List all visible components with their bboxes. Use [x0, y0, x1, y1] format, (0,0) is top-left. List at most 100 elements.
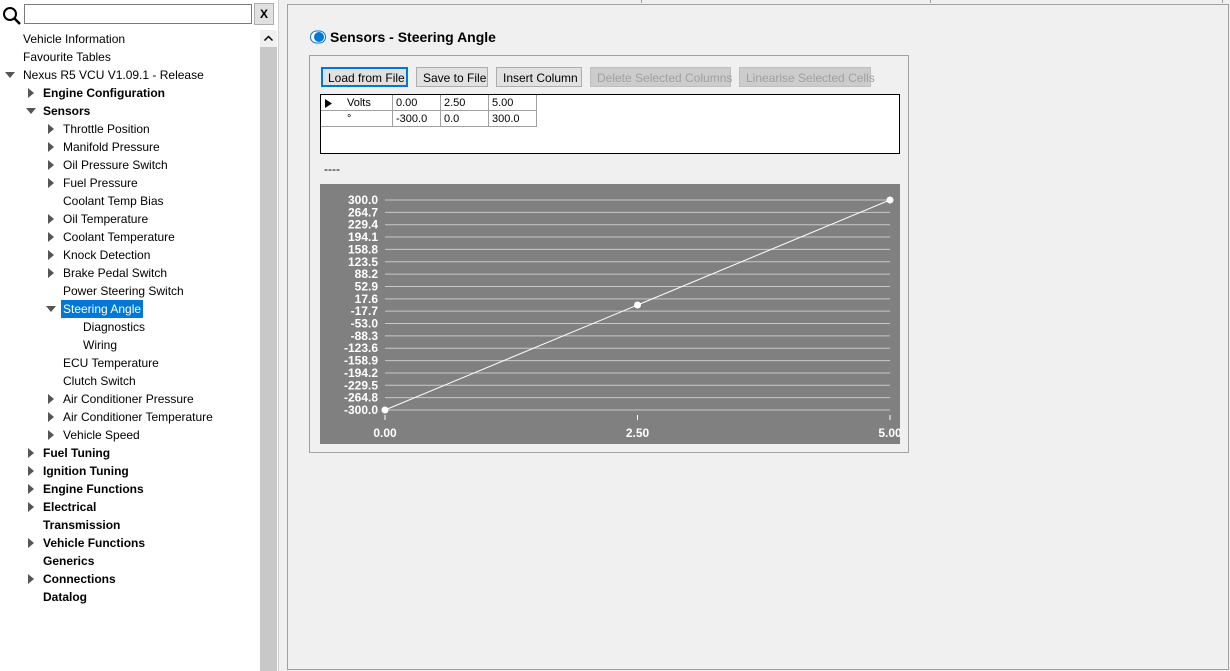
chevron-right-icon[interactable] [46, 268, 56, 278]
chevron-right-icon[interactable] [26, 484, 36, 494]
tree-item[interactable]: Air Conditioner Temperature [0, 408, 260, 426]
chevron-right-icon[interactable] [46, 178, 56, 188]
save-to-file-button[interactable]: Save to File [416, 67, 488, 87]
tree-item[interactable]: Brake Pedal Switch [0, 264, 260, 282]
tree-item-label: Power Steering Switch [63, 284, 184, 298]
table-cell[interactable]: 0.0 [441, 111, 489, 127]
chevron-down-icon[interactable] [46, 304, 56, 314]
chevron-right-icon[interactable] [26, 502, 36, 512]
chevron-down-icon[interactable] [5, 70, 15, 80]
data-table: Volts 0.00 2.50 5.00 ° -300.0 0.0 300.0 [320, 94, 900, 154]
table-cell[interactable]: 2.50 [441, 95, 489, 111]
tree-item[interactable]: Clutch Switch [0, 372, 260, 390]
tree-item[interactable]: Manifold Pressure [0, 138, 260, 156]
tree-item[interactable]: Favourite Tables [0, 48, 260, 66]
calibration-chart[interactable]: 300.0 264.7 229.4 194.1 158.8 123.5 88.2 52.9 17… [320, 184, 900, 444]
tree-item[interactable]: Vehicle Information [0, 30, 260, 48]
tree-item-label: ECU Temperature [63, 356, 159, 370]
chevron-right-icon[interactable] [26, 88, 36, 98]
tree-item[interactable]: Datalog [0, 588, 260, 606]
tree-item[interactable]: Fuel Pressure [0, 174, 260, 192]
load-from-file-button[interactable]: Load from File [321, 67, 408, 87]
tree-item-label: Electrical [43, 500, 97, 514]
table-row-header[interactable]: Volts [321, 95, 393, 111]
tree-item[interactable]: Oil Temperature [0, 210, 260, 228]
tree-item[interactable]: Engine Functions [0, 480, 260, 498]
tree-item[interactable]: Power Steering Switch [0, 282, 260, 300]
toggle-icon[interactable] [310, 29, 326, 45]
data-point[interactable] [634, 301, 641, 309]
tree-view: Vehicle Information Favourite Tables Nexus… [0, 30, 260, 671]
chevron-right-icon[interactable] [46, 430, 56, 440]
tree-item[interactable]: Vehicle Speed [0, 426, 260, 444]
tree-item-label: Diagnostics [83, 320, 146, 334]
chart-svg: 300.0264.7229.4194.1158.8123.588.252.917… [344, 193, 900, 440]
chevron-right-icon[interactable] [46, 124, 56, 134]
tree-item-label: Throttle Position [63, 122, 150, 136]
chevron-right-icon[interactable] [46, 160, 56, 170]
tree-item-label: Connections [43, 572, 116, 586]
search-input[interactable] [24, 4, 252, 24]
chevron-right-icon[interactable] [46, 142, 56, 152]
tree-item-label: Favourite Tables [23, 50, 111, 64]
tree-item-label: Brake Pedal Switch [63, 266, 168, 280]
tree-item-label: Vehicle Functions [43, 536, 146, 550]
tree-item[interactable]: Air Conditioner Pressure [0, 390, 260, 408]
search-bar: X [0, 0, 278, 30]
delete-selected-columns-button[interactable]: Delete Selected Columns [590, 67, 732, 87]
tree-item[interactable]: Wiring [0, 336, 260, 354]
tree-item[interactable]: Electrical [0, 498, 260, 516]
chevron-right-icon[interactable] [26, 448, 36, 458]
tree-scrollbar[interactable] [260, 30, 277, 671]
chevron-right-icon[interactable] [46, 214, 56, 224]
tree-item-label: Vehicle Information [23, 32, 126, 46]
tree-item[interactable]: Transmission [0, 516, 260, 534]
tree-item[interactable]: Coolant Temp Bias [0, 192, 260, 210]
table-cell[interactable]: 300.0 [489, 111, 537, 127]
tree-item-label: Engine Functions [43, 482, 144, 496]
chevron-down-icon[interactable] [26, 106, 36, 116]
chevron-right-icon[interactable] [26, 574, 36, 584]
clear-search-button[interactable]: X [254, 3, 274, 25]
chevron-right-icon[interactable] [26, 466, 36, 476]
tree-item[interactable]: Steering Angle [0, 300, 260, 318]
table-cell[interactable]: 5.00 [489, 95, 537, 111]
tree-item[interactable]: Generics [0, 552, 260, 570]
table-cell[interactable]: 0.00 [393, 95, 441, 111]
tree-item-label: Vehicle Speed [63, 428, 140, 442]
x-tick-label: 2.50 [626, 426, 650, 440]
panel-splitter[interactable] [278, 0, 287, 671]
data-point[interactable] [381, 406, 389, 414]
tree-item[interactable]: Diagnostics [0, 318, 260, 336]
tree-item-label: Transmission [43, 518, 121, 532]
tree-item[interactable]: Connections [0, 570, 260, 588]
tree-item-label: Nexus R5 VCU V1.09.1 - Release [23, 68, 204, 82]
insert-column-button[interactable]: Insert Column [496, 67, 582, 87]
tree-item[interactable]: Fuel Tuning [0, 444, 260, 462]
chevron-right-icon[interactable] [46, 250, 56, 260]
tree-item[interactable]: Coolant Temperature [0, 228, 260, 246]
chevron-right-icon[interactable] [26, 538, 36, 548]
x-tick-label: 0.00 [373, 426, 397, 440]
table-row-label: Volts [347, 97, 371, 109]
tree-item[interactable]: Knock Detection [0, 246, 260, 264]
tree-item[interactable]: Sensors [0, 102, 260, 120]
chevron-right-icon[interactable] [46, 394, 56, 404]
table-cell[interactable]: -300.0 [393, 111, 441, 127]
data-point[interactable] [886, 196, 894, 204]
tree-item[interactable]: Throttle Position [0, 120, 260, 138]
tree-item-label: Manifold Pressure [63, 140, 160, 154]
tree-item[interactable]: ECU Temperature [0, 354, 260, 372]
tree-item[interactable]: Vehicle Functions [0, 534, 260, 552]
chevron-right-icon[interactable] [46, 412, 56, 422]
tree-item[interactable]: Engine Configuration [0, 84, 260, 102]
linearise-selected-cells-button[interactable]: Linearise Selected Cells [739, 67, 875, 87]
table-row-header[interactable]: ° [321, 111, 393, 127]
tree-item[interactable]: Nexus R5 VCU V1.09.1 - Release [0, 66, 260, 84]
tree-item-label: Engine Configuration [43, 86, 165, 100]
scroll-up-button[interactable] [260, 30, 277, 47]
tree-item-label: Ignition Tuning [43, 464, 129, 478]
tree-item[interactable]: Ignition Tuning [0, 462, 260, 480]
chevron-right-icon[interactable] [46, 232, 56, 242]
tree-item[interactable]: Oil Pressure Switch [0, 156, 260, 174]
